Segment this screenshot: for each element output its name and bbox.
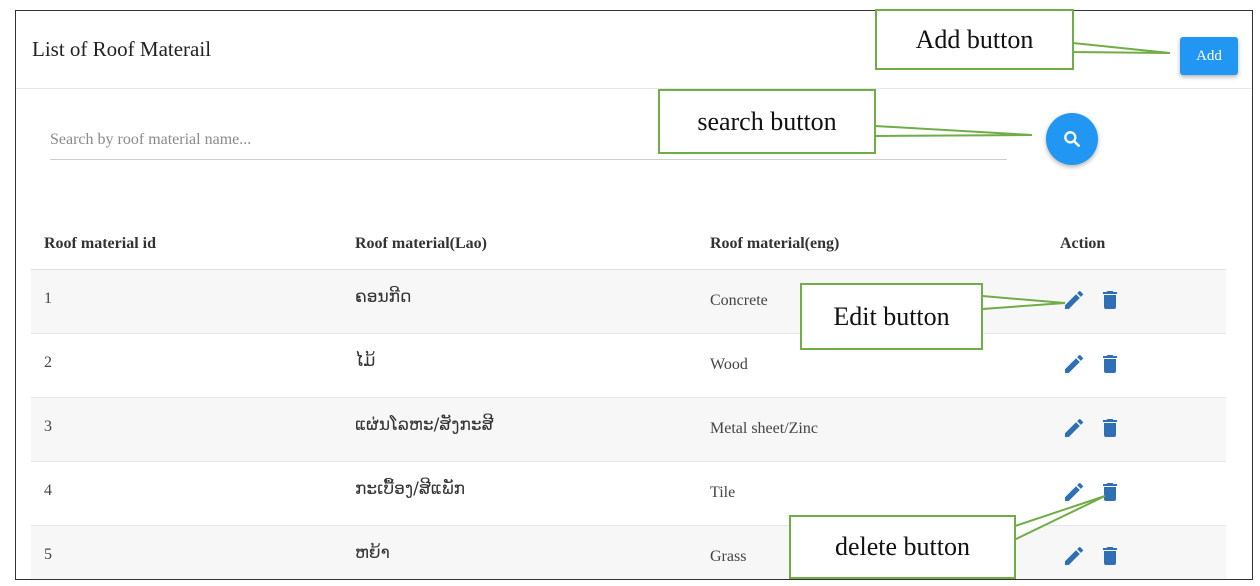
edit-button[interactable] [1061, 287, 1087, 313]
cell-lao: ຫຍ້າ [355, 543, 390, 563]
header-action: Action [1060, 235, 1106, 252]
cell-id: 2 [44, 354, 52, 371]
search-icon [1064, 131, 1080, 147]
table-row: 2 ໄມ້ Wood [31, 334, 1226, 398]
delete-button[interactable] [1097, 287, 1123, 313]
cell-lao: ແຜ່ນໂລຫະ/ສັງກະສີ [355, 415, 494, 435]
edit-button[interactable] [1061, 479, 1087, 505]
delete-icon [1103, 547, 1117, 565]
header-eng: Roof material(eng) [710, 235, 840, 252]
table-row: 1 ຄອນກີດ Concrete [31, 270, 1226, 334]
delete-button[interactable] [1097, 543, 1123, 569]
search-button[interactable] [1046, 113, 1098, 165]
delete-icon [1103, 355, 1117, 373]
delete-button-callout: delete button [789, 515, 1016, 579]
edit-button[interactable] [1061, 543, 1087, 569]
cell-id: 5 [44, 546, 52, 563]
table-row: 5 ຫຍ້າ Grass [31, 526, 1226, 579]
edit-button-callout: Edit button [800, 283, 983, 350]
header-id: Roof material id [44, 235, 156, 252]
app-frame: List of Roof Materail Add Roof material … [15, 10, 1253, 580]
table-row: 4 ກະເບື້ອງ/ສີແພັກ Tile [31, 462, 1226, 526]
table-header-row: Roof material id Roof material(Lao) Roof… [31, 223, 1226, 270]
edit-icon [1065, 418, 1084, 437]
edit-icon [1065, 354, 1084, 373]
delete-icon [1103, 419, 1117, 437]
add-button[interactable]: Add [1180, 37, 1238, 75]
edit-icon [1065, 290, 1084, 309]
cell-eng: Wood [710, 356, 748, 373]
cell-lao: ໄມ້ [355, 351, 376, 371]
cell-lao: ຄອນກີດ [355, 287, 412, 307]
delete-button[interactable] [1097, 415, 1123, 441]
delete-button[interactable] [1097, 351, 1123, 377]
roof-material-table: Roof material id Roof material(Lao) Roof… [31, 223, 1226, 579]
search-button-callout: search button [658, 89, 876, 154]
delete-icon [1103, 291, 1117, 309]
edit-icon [1065, 546, 1084, 565]
header-lao: Roof material(Lao) [355, 235, 487, 252]
cell-lao: ກະເບື້ອງ/ສີແພັກ [355, 479, 466, 499]
cell-eng: Metal sheet/Zinc [710, 420, 818, 437]
cell-id: 3 [44, 418, 52, 435]
edit-icon [1065, 482, 1084, 501]
delete-icon [1103, 483, 1117, 501]
delete-button[interactable] [1097, 479, 1123, 505]
edit-button[interactable] [1061, 415, 1087, 441]
cell-eng: Grass [710, 548, 747, 565]
cell-id: 1 [44, 290, 52, 307]
add-button-callout: Add button [875, 9, 1074, 70]
table-row: 3 ແຜ່ນໂລຫະ/ສັງກະສີ Metal sheet/Zinc [31, 398, 1226, 462]
cell-id: 4 [44, 482, 52, 499]
cell-eng: Concrete [710, 292, 768, 309]
edit-button[interactable] [1061, 351, 1087, 377]
cell-eng: Tile [710, 484, 736, 501]
page-title: List of Roof Materail [32, 37, 212, 61]
